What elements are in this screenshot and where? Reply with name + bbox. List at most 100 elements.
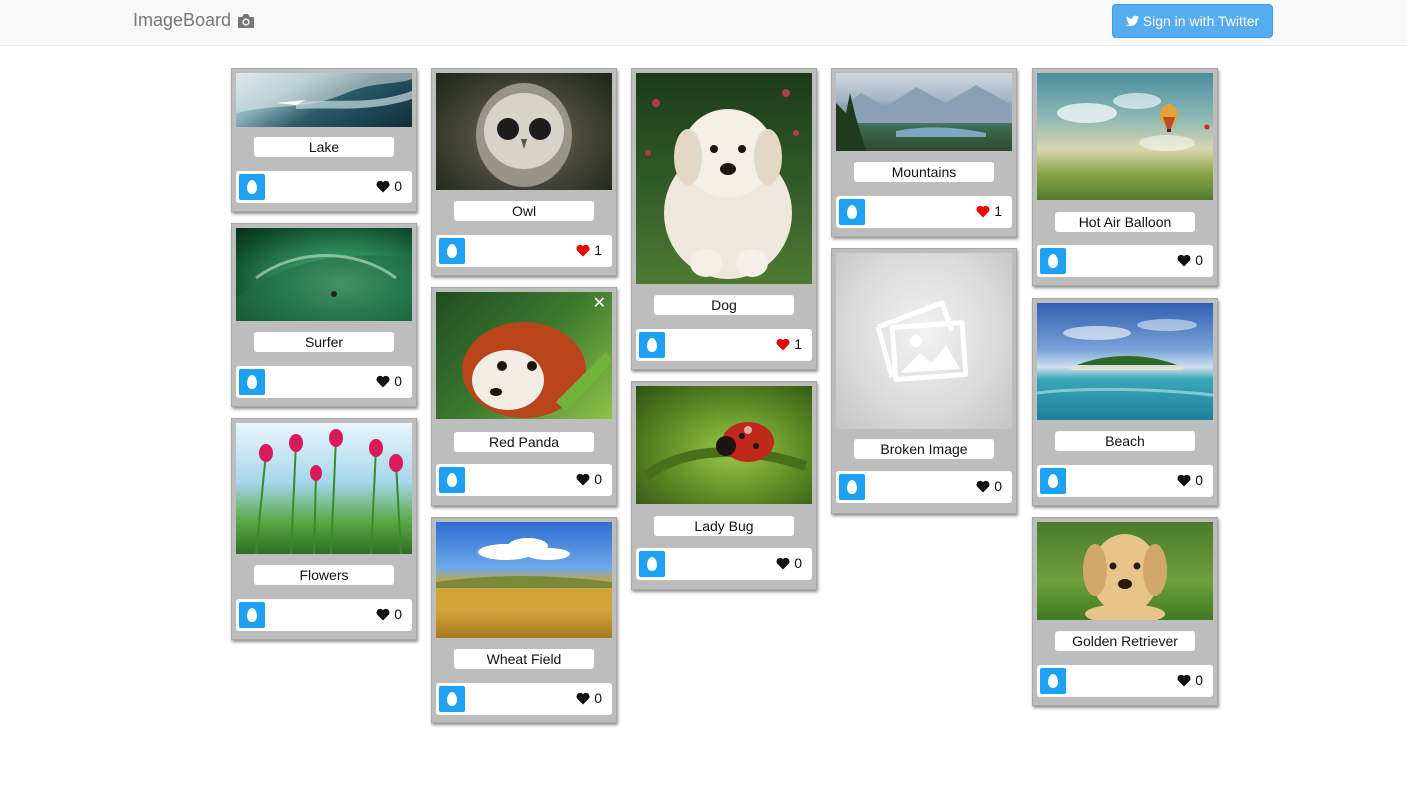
like-button[interactable]: 0: [376, 606, 402, 622]
card-title: Broken Image: [854, 439, 994, 459]
flowers-image[interactable]: [236, 423, 412, 554]
like-count: 0: [594, 471, 602, 487]
red-panda-image[interactable]: ✕: [436, 292, 612, 419]
like-button[interactable]: 0: [576, 690, 602, 706]
like-count: 0: [594, 690, 602, 706]
wheat-field-image[interactable]: [436, 522, 612, 638]
like-count: 1: [794, 336, 802, 352]
image-card-beach: Beach 0: [1032, 298, 1218, 506]
card-footer: 0: [236, 171, 412, 203]
lake-image[interactable]: [236, 73, 412, 127]
user-avatar[interactable]: [239, 602, 265, 628]
card-footer: 0: [1037, 665, 1213, 697]
heart-icon: [1177, 254, 1191, 266]
card-footer: 0: [1037, 465, 1213, 497]
user-avatar[interactable]: [839, 474, 865, 500]
user-avatar[interactable]: [1040, 468, 1066, 494]
card-footer: 0: [236, 599, 412, 631]
user-avatar[interactable]: [439, 686, 465, 712]
image-card-lady-bug: Lady Bug 0: [631, 381, 817, 590]
mountains-image[interactable]: [836, 73, 1012, 151]
heart-icon: [976, 480, 990, 492]
dog-image[interactable]: [636, 73, 812, 284]
image-card-flowers: Flowers 0: [231, 418, 417, 640]
like-button[interactable]: 1: [576, 242, 602, 258]
card-title: Lady Bug: [654, 516, 794, 536]
image-card-red-panda: ✕ Red Panda 0: [431, 287, 617, 506]
card-title: Red Panda: [454, 432, 594, 452]
like-button[interactable]: 0: [1177, 672, 1203, 688]
user-avatar[interactable]: [839, 199, 865, 225]
like-count: 0: [794, 555, 802, 571]
card-footer: 0: [236, 366, 412, 398]
like-count: 1: [594, 242, 602, 258]
like-count: 0: [1195, 672, 1203, 688]
user-avatar[interactable]: [439, 238, 465, 264]
like-count: 0: [394, 606, 402, 622]
heart-icon: [1177, 674, 1191, 686]
like-count: 0: [1195, 472, 1203, 488]
heart-icon: [376, 608, 390, 620]
card-title: Surfer: [254, 332, 394, 352]
heart-icon: [576, 244, 590, 256]
beach-image[interactable]: [1037, 303, 1213, 420]
card-footer: 1: [436, 235, 612, 267]
hot-air-balloon-image[interactable]: [1037, 73, 1213, 200]
like-button[interactable]: 0: [776, 555, 802, 571]
user-avatar[interactable]: [439, 467, 465, 493]
lady-bug-image[interactable]: [636, 386, 812, 504]
card-title: Golden Retriever: [1055, 631, 1195, 651]
like-count: 0: [1195, 252, 1203, 268]
card-title: Flowers: [254, 565, 394, 585]
like-count: 0: [994, 478, 1002, 494]
card-footer: 0: [436, 683, 612, 715]
image-card-dog: Dog 1: [631, 68, 817, 370]
surfer-image[interactable]: [236, 228, 412, 321]
heart-icon: [576, 692, 590, 704]
image-card-hot-air-balloon: Hot Air Balloon 0: [1032, 68, 1218, 286]
image-card-golden-retriever: Golden Retriever 0: [1032, 517, 1218, 706]
heart-icon: [376, 180, 390, 192]
image-grid: Lake 0 Surfer 0 Flowers 0 Owl 1 ✕ Red Pa…: [0, 0, 1407, 789]
like-button[interactable]: 0: [376, 178, 402, 194]
like-button[interactable]: 1: [776, 336, 802, 352]
card-footer: 0: [1037, 245, 1213, 277]
like-count: 0: [394, 178, 402, 194]
like-button[interactable]: 0: [376, 373, 402, 389]
image-card-wheat-field: Wheat Field 0: [431, 517, 617, 723]
like-button[interactable]: 0: [976, 478, 1002, 494]
heart-icon: [776, 557, 790, 569]
user-avatar[interactable]: [1040, 668, 1066, 694]
golden-retriever-image[interactable]: [1037, 522, 1213, 620]
user-avatar[interactable]: [239, 369, 265, 395]
like-button[interactable]: 0: [1177, 472, 1203, 488]
like-button[interactable]: 0: [1177, 252, 1203, 268]
like-button[interactable]: 1: [976, 203, 1002, 219]
card-title: Dog: [654, 295, 794, 315]
close-icon[interactable]: ✕: [593, 296, 606, 312]
broken-image-placeholder[interactable]: [836, 253, 1012, 429]
card-title: Wheat Field: [454, 649, 594, 669]
card-footer: 1: [836, 196, 1012, 228]
heart-icon: [976, 205, 990, 217]
card-footer: 0: [436, 464, 612, 496]
image-card-mountains: Mountains 1: [831, 68, 1017, 237]
image-card-owl: Owl 1: [431, 68, 617, 276]
user-avatar[interactable]: [639, 332, 665, 358]
card-title: Owl: [454, 201, 594, 221]
image-card-broken-image: Broken Image 0: [831, 248, 1017, 514]
card-title: Mountains: [854, 162, 994, 182]
image-placeholder-icon: [875, 300, 969, 382]
card-footer: 1: [636, 329, 812, 361]
card-footer: 0: [836, 471, 1012, 503]
card-footer: 0: [636, 548, 812, 580]
user-avatar[interactable]: [239, 174, 265, 200]
owl-image[interactable]: [436, 73, 612, 190]
like-button[interactable]: 0: [576, 471, 602, 487]
user-avatar[interactable]: [639, 551, 665, 577]
card-title: Beach: [1055, 431, 1195, 451]
card-title: Hot Air Balloon: [1055, 212, 1195, 232]
like-count: 1: [994, 203, 1002, 219]
user-avatar[interactable]: [1040, 248, 1066, 274]
image-card-surfer: Surfer 0: [231, 223, 417, 407]
